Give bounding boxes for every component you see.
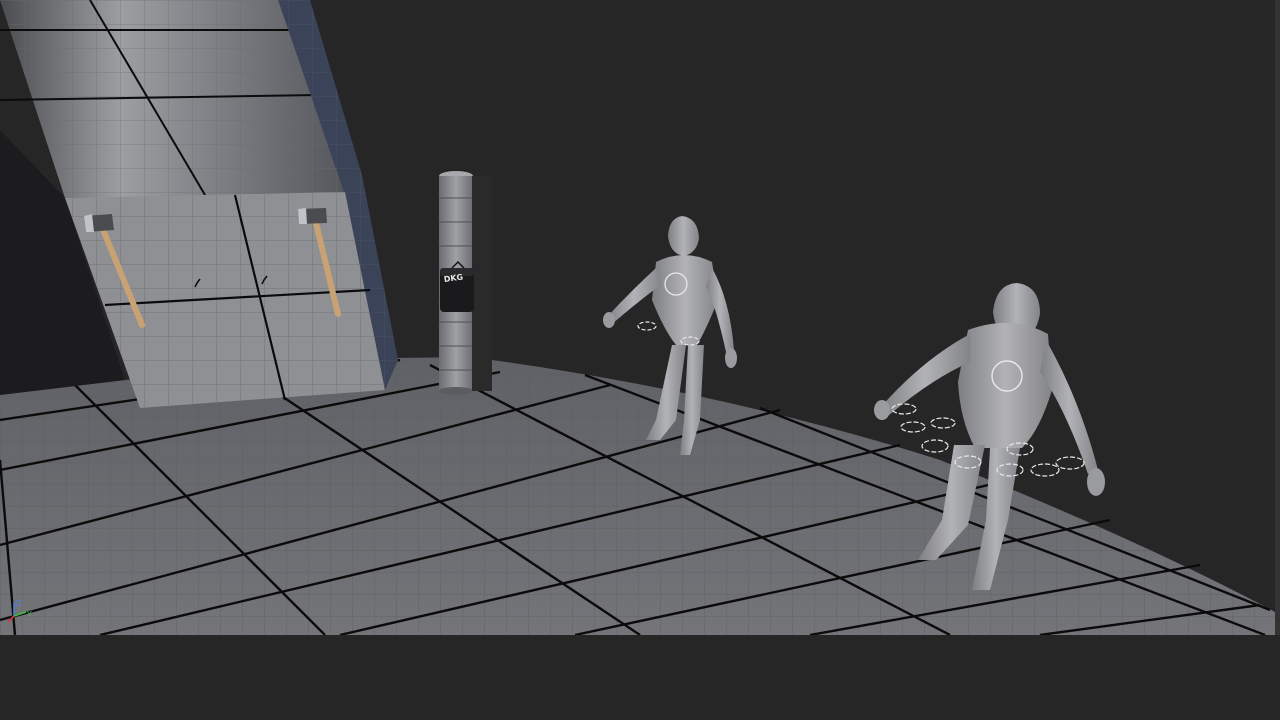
3d-viewport[interactable]: DKG Z Y <box>0 0 1280 720</box>
viewport-edge <box>1275 0 1280 635</box>
wall-structure[interactable] <box>0 0 398 408</box>
scene-canvas[interactable]: DKG Z Y <box>0 0 1280 720</box>
gizmo-z-label: Z <box>16 599 22 608</box>
viewport-bottom-area <box>0 635 1280 720</box>
gizmo-y-label: Y <box>26 610 32 619</box>
background-grid <box>759 0 1280 261</box>
pillar-shadow <box>472 176 492 391</box>
punching-bag[interactable]: DKG <box>440 260 474 312</box>
